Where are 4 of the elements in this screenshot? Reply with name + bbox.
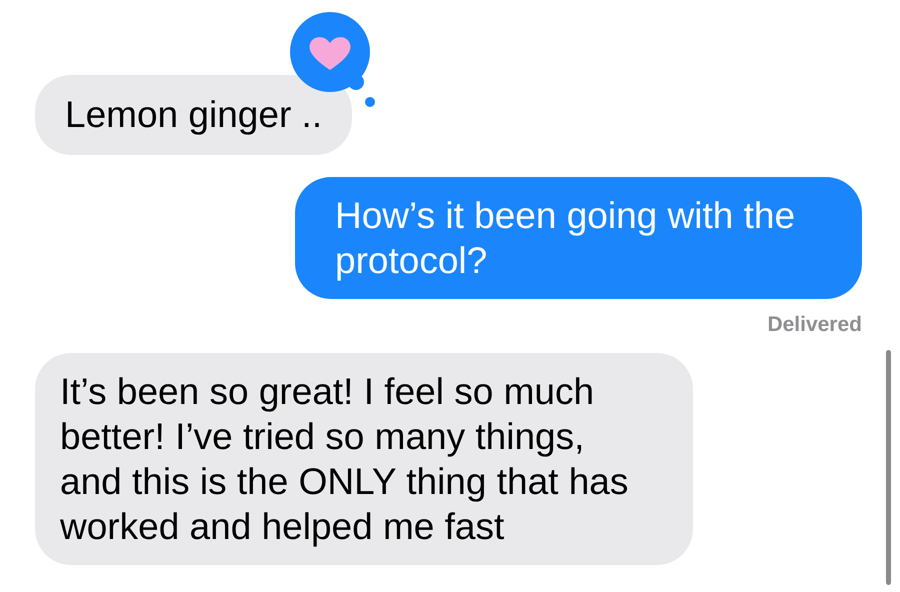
message-bubble: How’s it been going with the protocol? — [295, 177, 862, 299]
delivery-status: Delivered — [767, 313, 862, 337]
message-bubble: Lemon ginger .. — [35, 75, 352, 155]
message-bubble: It’s been so great! I feel so much better! I’ve tried so many things, and this is the ONLY thing that has worked and helped me fast — [35, 353, 693, 565]
